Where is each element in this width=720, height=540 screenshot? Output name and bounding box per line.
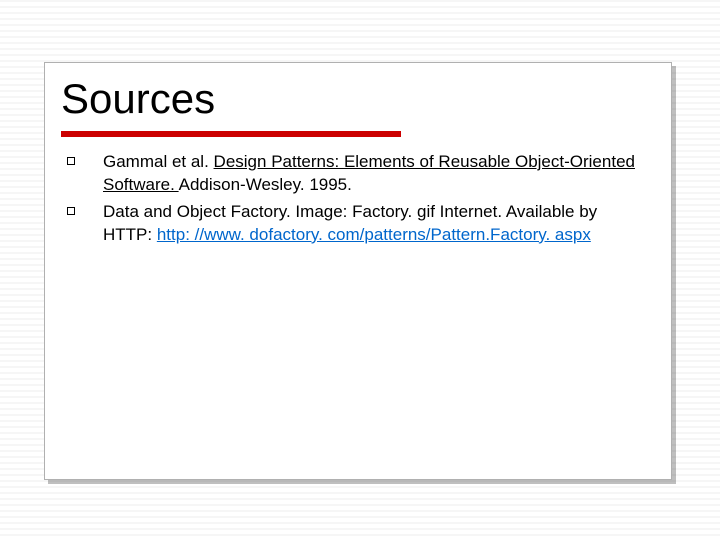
source-link[interactable]: http: //www. dofactory. com/patterns/Pat… (157, 225, 591, 244)
title-underline-rule (61, 131, 401, 137)
sources-list: Gammal et al. Design Patterns: Elements … (67, 151, 649, 251)
list-item-text: Data and Object Factory. Image: Factory.… (103, 201, 649, 247)
slide: Sources Gammal et al. Design Patterns: E… (0, 0, 720, 540)
item-prefix: Gammal et al. (103, 152, 214, 171)
square-bullet-icon (67, 157, 75, 165)
list-item: Gammal et al. Design Patterns: Elements … (67, 151, 649, 197)
square-bullet-icon (67, 207, 75, 215)
list-item: Data and Object Factory. Image: Factory.… (67, 201, 649, 247)
content-box: Sources Gammal et al. Design Patterns: E… (44, 62, 672, 480)
list-item-text: Gammal et al. Design Patterns: Elements … (103, 151, 649, 197)
slide-title: Sources (61, 75, 215, 123)
item-suffix: Addison-Wesley. 1995. (179, 175, 352, 194)
